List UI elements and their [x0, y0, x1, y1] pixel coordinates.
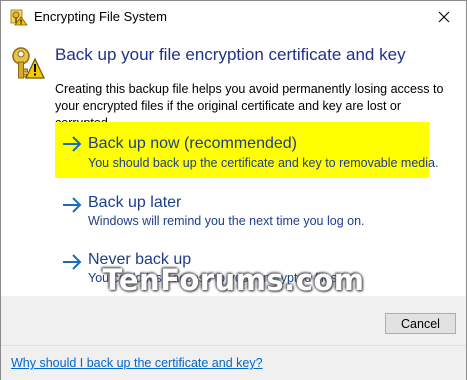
- button-area: Cancel: [1, 296, 466, 345]
- close-icon: [438, 11, 450, 22]
- dialog-content: Back up your file encryption certificate…: [1, 32, 466, 296]
- window-title: Encrypting File System: [34, 9, 167, 24]
- option-description: Windows will remind you the next time yo…: [88, 214, 365, 228]
- arrow-right-icon: [63, 197, 82, 213]
- watermark: TenForums.com: [102, 263, 365, 297]
- option-back-up-now[interactable]: Back up now (recommended) You should bac…: [55, 122, 438, 178]
- dialog-window: Encrypting File System Back up your file…: [0, 0, 467, 380]
- footer: Why should I back up the certificate and…: [1, 345, 466, 380]
- arrow-right-icon: [63, 136, 82, 152]
- option-label: Back up now (recommended): [88, 135, 297, 152]
- key-warning-icon: [12, 47, 45, 79]
- option-label: Back up later: [88, 194, 182, 211]
- help-link[interactable]: Why should I back up the certificate and…: [11, 356, 263, 370]
- close-button[interactable]: [422, 1, 466, 32]
- option-description: You should back up the certificate and k…: [88, 156, 439, 170]
- efs-key-icon: [10, 9, 28, 26]
- cancel-button[interactable]: Cancel: [385, 313, 456, 334]
- title-bar[interactable]: Encrypting File System: [1, 1, 466, 32]
- option-back-up-later[interactable]: Back up later Windows will remind you th…: [55, 192, 429, 232]
- dialog-heading: Back up your file encryption certificate…: [55, 45, 406, 64]
